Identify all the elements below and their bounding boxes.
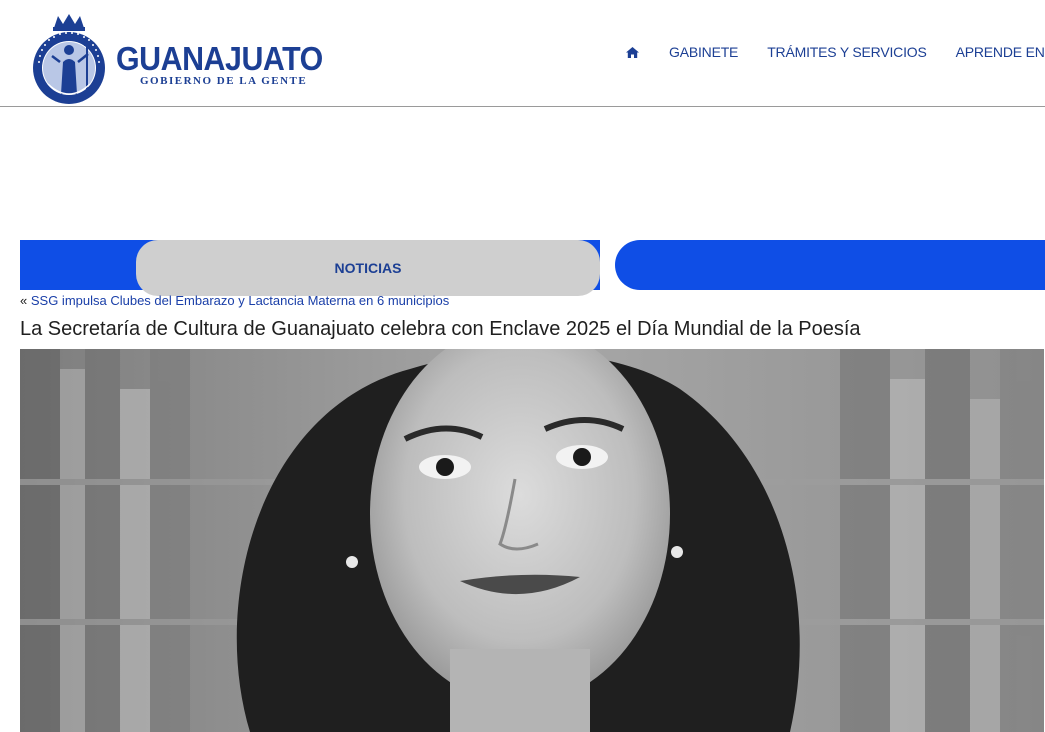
site-header: GUANAJUATO GOBIERNO DE LA GENTE GABINETE… — [0, 0, 1045, 107]
previous-post-nav: « SSG impulsa Clubes del Embarazo y Lact… — [20, 293, 449, 309]
tab-noticias[interactable]: NOTICIAS — [136, 240, 600, 296]
home-icon[interactable] — [620, 43, 644, 61]
article-title: La Secretaría de Cultura de Guanajuato c… — [20, 318, 861, 340]
previous-post-link[interactable]: SSG impulsa Clubes del Embarazo y Lactan… — [31, 293, 449, 308]
logo-subtitle: GOBIERNO DE LA GENTE — [140, 75, 308, 87]
portrait-photo — [20, 349, 1044, 732]
nav-item-tramites-y-servicios[interactable]: TRÁMITES Y SERVICIOS — [767, 44, 927, 60]
site-logo-link[interactable]: GUANAJUATO GOBIERNO DE LA GENTE — [30, 12, 323, 106]
state-seal-icon — [33, 14, 105, 104]
logo-title: GUANAJUATO — [116, 40, 323, 77]
tab-bar-right-segment[interactable] — [615, 240, 1045, 290]
nav-item-aprende-en-gt[interactable]: APRENDE EN GT — [956, 44, 1045, 60]
section-tab-bar: NOTICIAS — [20, 240, 1045, 296]
nav-item-gabinete[interactable]: GABINETE — [669, 44, 738, 60]
main-nav: GABINETE TRÁMITES Y SERVICIOS APRENDE EN… — [620, 42, 1045, 62]
previous-post-marker: « — [20, 293, 28, 308]
